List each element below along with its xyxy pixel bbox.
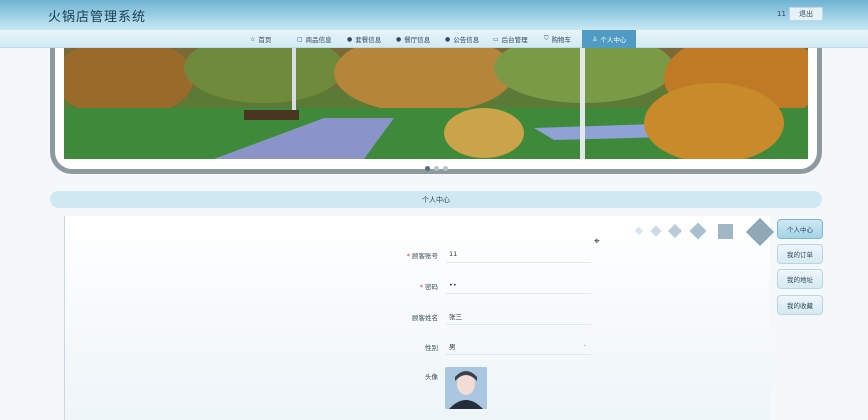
nav-item-cart[interactable]: ⛉ 购物车 xyxy=(544,30,571,48)
username-label: 11 xyxy=(777,10,786,18)
nav-item-combos[interactable]: ● 套餐信息 xyxy=(347,30,381,48)
user-icon: ♙ xyxy=(592,35,598,43)
decorative-square xyxy=(718,224,733,239)
nav-item-label: 后台管理 xyxy=(501,36,528,44)
gender-value: 男 xyxy=(449,342,456,351)
carousel-dot[interactable] xyxy=(425,166,430,171)
cart-icon: ⛉ xyxy=(544,35,549,42)
nav-item-profile[interactable]: ♙ 个人中心 xyxy=(582,30,637,48)
nav-item-notices[interactable]: ● 公告信息 xyxy=(445,30,479,48)
nav-item-home[interactable]: ☆ 首页 xyxy=(250,30,271,48)
side-menu-addresses[interactable]: 我的地址 xyxy=(777,269,823,289)
carousel-indicators xyxy=(425,166,448,171)
carousel-image[interactable] xyxy=(64,48,808,159)
gender-label: 性别 xyxy=(425,344,438,352)
side-menu-favorites[interactable]: 我的收藏 xyxy=(777,295,823,315)
logout-button[interactable]: 退出 xyxy=(789,7,823,21)
main-nav: ☆ 首页 ▢ 商品信息 ● 套餐信息 ● 餐厅信息 ● 公告信息 ▭ 后台管理 … xyxy=(0,30,868,48)
gender-select[interactable]: 男 ⌄ xyxy=(446,337,591,355)
admin-icon: ▭ xyxy=(493,35,499,43)
info-icon: ● xyxy=(445,35,451,43)
nav-item-label: 个人中心 xyxy=(600,36,627,44)
app-title: 火锅店管理系统 xyxy=(48,10,147,25)
password-input[interactable]: •• xyxy=(446,276,591,294)
name-input[interactable]: 张三 xyxy=(446,307,591,325)
nav-item-products[interactable]: ▢ 商品信息 xyxy=(297,30,332,48)
avatar-label: 头像 xyxy=(425,373,438,381)
autumn-park-illustration xyxy=(64,48,808,159)
info-icon: ● xyxy=(347,35,353,43)
carousel-dot[interactable] xyxy=(434,166,439,171)
name-label: 顾客姓名 xyxy=(412,314,438,322)
avatar-photo xyxy=(445,367,487,409)
nav-item-restaurant[interactable]: ● 餐厅信息 xyxy=(396,30,430,48)
avatar-image[interactable] xyxy=(445,367,487,409)
nav-item-admin[interactable]: ▭ 后台管理 xyxy=(493,30,528,48)
nav-item-label: 公告信息 xyxy=(453,36,480,44)
section-title: 个人中心 xyxy=(50,191,822,208)
side-menu-profile[interactable]: 个人中心 xyxy=(777,219,823,239)
account-label: * 顾客账号 xyxy=(406,252,438,260)
carousel-dot[interactable] xyxy=(443,166,448,171)
chevron-down-icon: ⌄ xyxy=(582,342,587,348)
home-icon: ☆ xyxy=(250,35,256,43)
nav-item-label: 首页 xyxy=(258,36,272,44)
top-header: 火锅店管理系统 11 退出 xyxy=(0,0,868,30)
account-input[interactable]: 11 xyxy=(446,245,591,263)
info-icon: ● xyxy=(396,35,402,43)
mouse-cursor-icon: ⌖ xyxy=(594,236,600,247)
box-icon: ▢ xyxy=(297,35,303,43)
password-label: * 密码 xyxy=(419,283,438,291)
side-menu-orders[interactable]: 我的订单 xyxy=(777,244,823,264)
nav-item-label: 商品信息 xyxy=(305,36,332,44)
nav-item-label: 购物车 xyxy=(551,36,572,44)
nav-item-label: 餐厅信息 xyxy=(404,36,431,44)
nav-item-label: 套餐信息 xyxy=(355,36,382,44)
